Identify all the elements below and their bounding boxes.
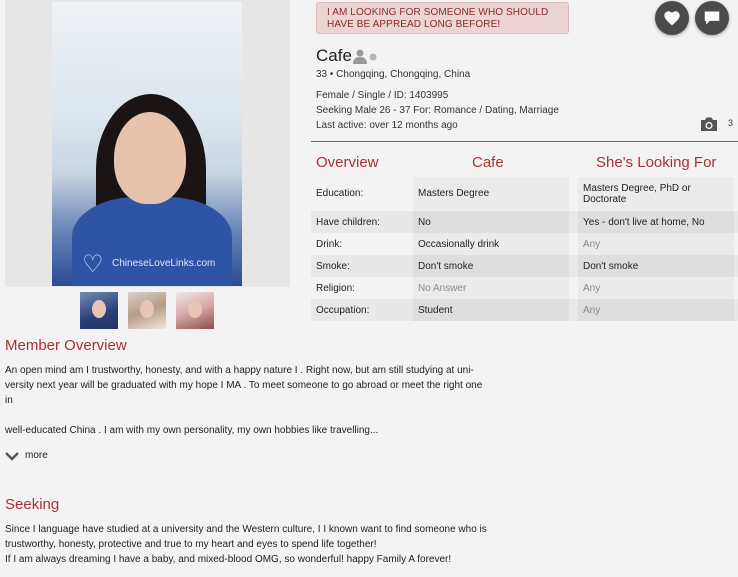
- row-looking-value: Any: [578, 233, 734, 255]
- photo-thumbnail-2[interactable]: [128, 292, 166, 329]
- main-photo[interactable]: ♡ ChineseLoveLinks.com: [52, 2, 242, 286]
- table-row: Smoke: Don't smoke Don't smoke: [311, 255, 738, 277]
- row-label: Religion:: [316, 282, 355, 294]
- row-member-value: Occasionally drink: [413, 233, 569, 255]
- favorite-button[interactable]: [655, 1, 689, 35]
- row-label: Occupation:: [316, 304, 370, 316]
- overview-text-line-4: well-educated China . I am with my own p…: [5, 425, 379, 436]
- row-member-value: Don't smoke: [413, 255, 569, 277]
- photo-count: 3: [728, 118, 734, 128]
- profile-seeking: Seeking Male 26 - 37 For: Romance / Dati…: [316, 105, 559, 116]
- row-member-value: No: [413, 211, 569, 233]
- heart-icon: [664, 11, 680, 26]
- overview-text-line-1: An open mind am I trustworthy, honesty, …: [5, 365, 474, 376]
- row-looking-value: Any: [578, 299, 734, 321]
- seeking-text-line-1: Since I language have studied at a unive…: [5, 524, 487, 535]
- main-photo-frame: ♡ ChineseLoveLinks.com: [5, 0, 290, 287]
- row-looking-value: Masters Degree, PhD or Doctorate: [578, 177, 734, 210]
- photo-thumbnail-3[interactable]: [176, 292, 214, 329]
- camera-icon[interactable]: [699, 116, 719, 132]
- table-row: Drink: Occasionally drink Any: [311, 233, 738, 255]
- row-member-value: Masters Degree: [413, 177, 569, 210]
- watermark-heart-icon: ♡: [82, 251, 104, 278]
- row-label: Smoke:: [316, 260, 350, 272]
- table-header-overview: Overview: [316, 154, 379, 171]
- offline-status-icon: [353, 49, 377, 64]
- table-row: Have children: No Yes - don't live at ho…: [311, 211, 738, 233]
- row-looking-value: Don't smoke: [578, 255, 734, 277]
- chat-icon: [704, 11, 720, 25]
- row-label: Education:: [316, 188, 364, 199]
- more-label: more: [25, 450, 48, 461]
- photo-face: [114, 112, 186, 204]
- row-member-value: No Answer: [413, 277, 569, 299]
- row-looking-value: Any: [578, 277, 734, 299]
- profile-location: 33 • Chongqing, Chongqing, China: [316, 69, 471, 80]
- table-row: Education: Masters Degree Masters Degree…: [311, 177, 738, 210]
- photo-watermark: ChineseLoveLinks.com: [112, 258, 216, 269]
- table-row: Religion: No Answer Any: [311, 277, 738, 299]
- overview-text-line-3: in: [5, 395, 13, 406]
- chevron-down-icon: [5, 451, 19, 461]
- member-overview-title: Member Overview: [5, 337, 127, 354]
- headline-banner: I AM LOOKING FOR SOMEONE WHO SHOULD HAVE…: [316, 2, 569, 34]
- message-button[interactable]: [695, 1, 729, 35]
- seeking-text-line-2: trustworthy, honesty, protective and tru…: [5, 539, 377, 550]
- photo-thumbnail-1[interactable]: [80, 292, 118, 329]
- row-label: Have children:: [316, 216, 380, 228]
- row-member-value: Student: [413, 299, 569, 321]
- table-row: Occupation: Student Any: [311, 299, 738, 321]
- row-looking-value: Yes - don't live at home, No: [578, 211, 734, 233]
- overview-text-line-2: versity next year will be graduated with…: [5, 380, 483, 391]
- table-header-looking-for: She's Looking For: [596, 154, 717, 171]
- table-header-member: Cafe: [472, 154, 504, 171]
- section-divider: [311, 141, 738, 142]
- row-label: Drink:: [316, 238, 343, 250]
- seeking-text-line-3: If I am always dreaming I have a baby, a…: [5, 554, 452, 565]
- profile-status: Female / Single / ID: 1403995: [316, 90, 449, 101]
- more-toggle[interactable]: more: [5, 450, 48, 461]
- profile-name: Cafe: [316, 46, 352, 65]
- profile-last-active: Last active: over 12 months ago: [316, 120, 458, 131]
- seeking-title: Seeking: [5, 496, 60, 513]
